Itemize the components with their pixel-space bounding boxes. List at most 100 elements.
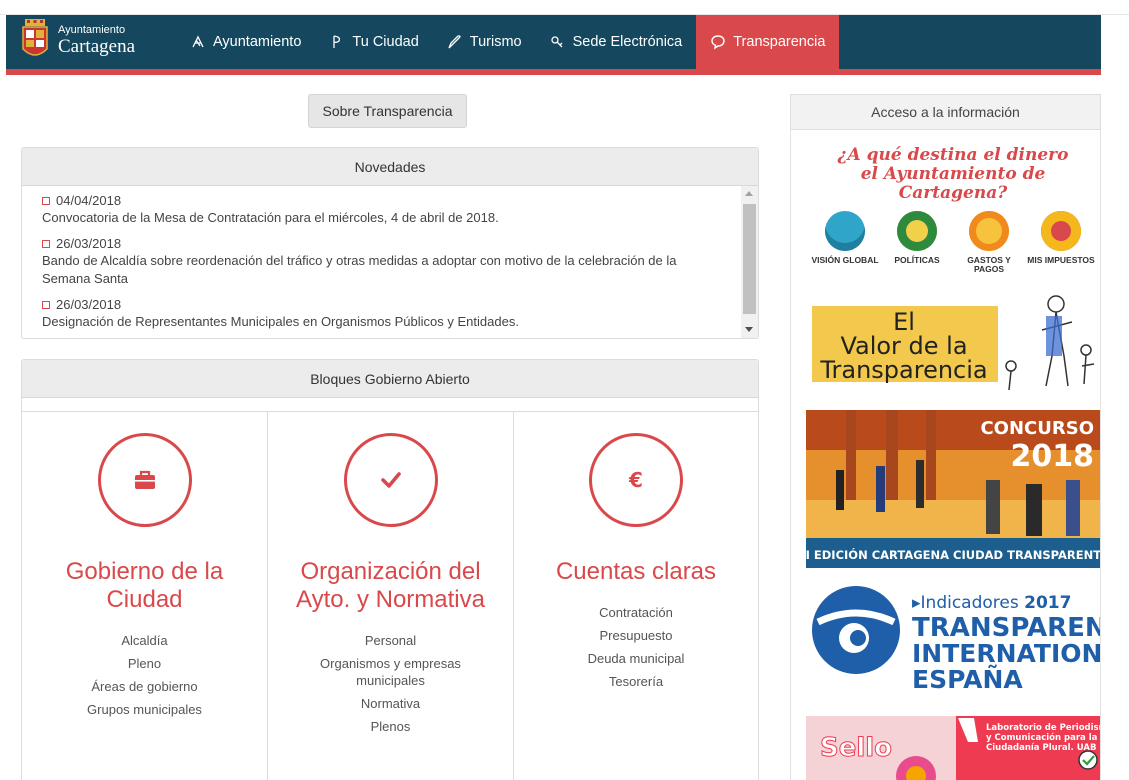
sobre-transparencia-button[interactable]: Sobre Transparencia bbox=[308, 94, 467, 128]
bullet-icon bbox=[42, 300, 50, 309]
bloque-link[interactable]: Personal bbox=[268, 632, 513, 649]
ti-line4: ESPAÑA bbox=[912, 665, 1023, 694]
bloque-link[interactable]: Normativa bbox=[268, 695, 513, 712]
banner-transparency-international[interactable]: ▸Indicadores 2017 TRANSPARENCY INTERNATI… bbox=[806, 582, 1100, 702]
bloque-link[interactable]: Grupos municipales bbox=[22, 701, 267, 718]
concurso-year: 2018 bbox=[1011, 439, 1095, 474]
banner-valor-transparencia[interactable]: El Valor de la Transparencia bbox=[806, 286, 1100, 396]
euro-coin-icon bbox=[969, 211, 1009, 251]
bullet-icon bbox=[42, 196, 50, 205]
scroll-thumb[interactable] bbox=[743, 204, 756, 314]
nav-label: Transparencia bbox=[733, 34, 826, 50]
site-logo[interactable]: Ayuntamiento Cartagena bbox=[20, 19, 135, 61]
bloque-title[interactable]: Gobierno de la Ciudad bbox=[32, 558, 257, 614]
bloque-title[interactable]: Organización del Ayto. y Normativa bbox=[278, 558, 503, 614]
bloque-link[interactable]: Deuda municipal bbox=[514, 650, 758, 667]
ti-line3: INTERNATIONAL bbox=[912, 639, 1100, 668]
bloque-organizacion: Organización del Ayto. y Normativa Perso… bbox=[268, 412, 514, 780]
nav-label: Turismo bbox=[469, 34, 522, 50]
acceso-informacion-header: Acceso a la información bbox=[790, 94, 1101, 130]
list-item[interactable]: 26/03/2018 Designación de Representantes… bbox=[42, 296, 740, 331]
novedades-panel: Novedades 04/04/2018 Convocatoria de la … bbox=[21, 147, 759, 339]
bloque-link[interactable]: Contratación bbox=[514, 604, 758, 621]
sello-text2: y Comunicación para la bbox=[986, 732, 1098, 743]
nav-ciudad-icon bbox=[333, 35, 341, 48]
banner-item-label: VISIÓN GLOBAL bbox=[811, 255, 879, 265]
chart-icon bbox=[897, 211, 937, 251]
banner-sello-uab[interactable]: Sello Laboratorio de Periodismo y Comuni… bbox=[806, 716, 1100, 780]
gastos-pagos-link[interactable]: GASTOS Y PAGOS bbox=[954, 211, 1024, 274]
transparency-international-logo-icon bbox=[812, 586, 900, 674]
nav-label: Tu Ciudad bbox=[352, 34, 419, 50]
banner-item-label: MIS IMPUESTOS bbox=[1027, 255, 1095, 265]
banner-concurso-2018[interactable]: CONCURSO 2018 III EDICIÓN CARTAGENA CIUD… bbox=[806, 410, 1100, 568]
bloque-link[interactable]: Organismos y empresas municipales bbox=[268, 655, 513, 689]
main-nav: Ayuntamiento Tu Ciudad Turismo Sede Elec… bbox=[176, 15, 840, 69]
bloque-link[interactable]: Presupuesto bbox=[514, 627, 758, 644]
news-scrollbar[interactable] bbox=[741, 186, 758, 338]
check-badge-icon bbox=[1078, 750, 1098, 770]
banner-item-label: GASTOS Y PAGOS bbox=[967, 255, 1011, 274]
sello-text1: Laboratorio de Periodismo bbox=[986, 723, 1100, 733]
news-link[interactable]: Bando de Alcaldía sobre reordenación del… bbox=[42, 252, 740, 288]
banner-item-label: POLÍTICAS bbox=[894, 255, 940, 265]
bloque-icon-circle[interactable] bbox=[97, 433, 192, 527]
bloque-gobierno: Gobierno de la Ciudad Alcaldía Pleno Áre… bbox=[22, 412, 268, 780]
sello-text3: Ciudadanía Plural. UAB bbox=[986, 743, 1096, 753]
bloque-cuentas: € Cuentas claras Contratación Presupuest… bbox=[514, 412, 758, 780]
banner-dinero-line2: el Ayuntamiento de Cartagena? bbox=[860, 164, 1046, 203]
list-item[interactable]: 04/04/2018 Convocatoria de la Mesa de Co… bbox=[42, 192, 740, 227]
news-link[interactable]: Convocatoria de la Mesa de Contratación … bbox=[42, 209, 740, 227]
news-list[interactable]: 04/04/2018 Convocatoria de la Mesa de Co… bbox=[22, 186, 740, 338]
news-date: 04/04/2018 bbox=[56, 193, 122, 208]
browser-top-strip bbox=[0, 0, 1129, 15]
valor-line3: Transparencia bbox=[819, 356, 987, 384]
scroll-up-arrow-icon[interactable] bbox=[745, 191, 753, 196]
bloque-link[interactable]: Alcaldía bbox=[22, 632, 267, 649]
svg-text:€: € bbox=[628, 468, 643, 492]
book-icon bbox=[825, 211, 865, 251]
bloques-gobierno-abierto-panel: Bloques Gobierno Abierto Gobierno de la … bbox=[21, 359, 759, 780]
mis-impuestos-link[interactable]: MIS IMPUESTOS bbox=[1026, 211, 1096, 274]
checkmark-icon bbox=[380, 472, 401, 488]
bloque-icon-circle[interactable]: € bbox=[589, 433, 683, 527]
svg-text:▸Indicadores 2017: ▸Indicadores 2017 bbox=[912, 593, 1071, 613]
novedades-title: Novedades bbox=[22, 148, 758, 186]
briefcase-icon bbox=[134, 470, 155, 489]
news-link[interactable]: Designación de Representantes Municipale… bbox=[42, 313, 740, 331]
bloque-link[interactable]: Pleno bbox=[22, 655, 267, 672]
nav-item-sede-electronica[interactable]: Sede Electrónica bbox=[536, 15, 697, 69]
bloques-title: Bloques Gobierno Abierto bbox=[22, 360, 758, 398]
cartagena-crest-icon bbox=[22, 19, 48, 56]
bloque-title[interactable]: Cuentas claras bbox=[524, 558, 748, 586]
chat-bubble-icon bbox=[711, 35, 725, 50]
vision-global-link[interactable]: VISIÓN GLOBAL bbox=[810, 211, 880, 274]
nav-sede-icon bbox=[550, 36, 563, 48]
brand-small-label: Ayuntamiento bbox=[58, 23, 126, 36]
euro-icon: € bbox=[628, 468, 643, 492]
nav-item-ayuntamiento[interactable]: Ayuntamiento bbox=[176, 15, 315, 69]
nav-item-turismo[interactable]: Turismo bbox=[433, 15, 536, 69]
nav-accent-bar bbox=[6, 69, 1101, 75]
sello-title: Sello bbox=[820, 733, 892, 763]
nav-label: Ayuntamiento bbox=[213, 34, 302, 50]
banner-dinero-line1: ¿A qué destina el dinero bbox=[837, 146, 1069, 165]
nav-ayuntamiento-icon bbox=[192, 35, 204, 48]
people-icon bbox=[1041, 211, 1081, 251]
news-date: 26/03/2018 bbox=[56, 297, 122, 312]
list-item[interactable]: 26/03/2018 Bando de Alcaldía sobre reord… bbox=[42, 235, 740, 288]
bloque-link[interactable]: Áreas de gobierno bbox=[22, 678, 267, 695]
concurso-title: CONCURSO bbox=[980, 418, 1094, 439]
bullet-icon bbox=[42, 239, 50, 248]
bloque-link[interactable]: Tesorería bbox=[514, 673, 758, 690]
nav-item-tu-ciudad[interactable]: Tu Ciudad bbox=[315, 15, 432, 69]
politicas-link[interactable]: POLÍTICAS bbox=[882, 211, 952, 274]
bloque-link[interactable]: Plenos bbox=[268, 718, 513, 735]
ti-year: 2017 bbox=[1024, 593, 1071, 613]
bloque-icon-circle[interactable] bbox=[343, 433, 438, 527]
news-date: 26/03/2018 bbox=[56, 236, 122, 251]
scroll-down-arrow-icon[interactable] bbox=[745, 327, 753, 332]
main-navbar: Ayuntamiento Cartagena Ayuntamiento Tu C… bbox=[6, 15, 1101, 75]
nav-item-transparencia[interactable]: Transparencia bbox=[696, 15, 840, 69]
banner-dinero[interactable]: ¿A qué destina el dinero el Ayuntamiento… bbox=[806, 146, 1100, 276]
